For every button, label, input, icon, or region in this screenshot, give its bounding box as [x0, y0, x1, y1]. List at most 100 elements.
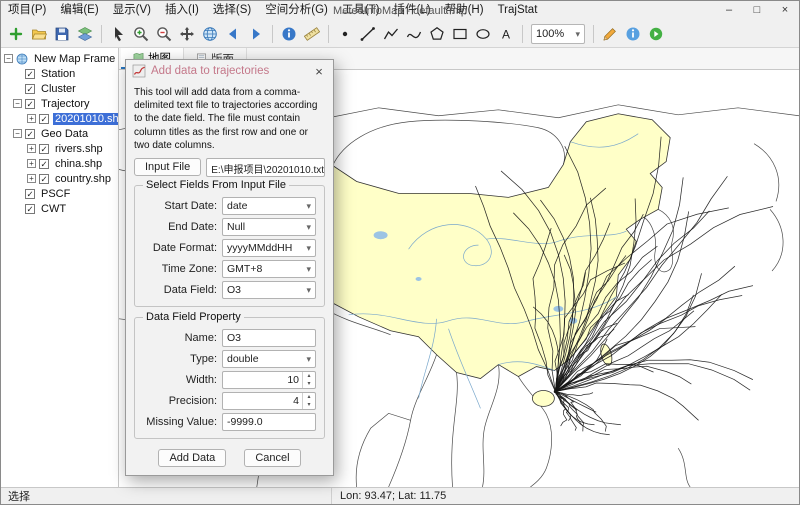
expand-icon[interactable] — [27, 174, 36, 183]
checkbox-checked-icon[interactable] — [39, 144, 49, 154]
full-extent-button[interactable] — [199, 23, 221, 45]
chevron-down-icon — [306, 200, 311, 212]
measure-tool-button[interactable] — [301, 23, 323, 45]
close-button[interactable]: × — [771, 1, 799, 20]
width-label: Width: — [143, 374, 217, 386]
plus-icon — [8, 26, 24, 42]
globe-icon — [202, 26, 218, 42]
type-select[interactable]: double — [222, 350, 316, 368]
new-text-button[interactable]: A — [495, 23, 517, 45]
start-date-select[interactable]: date — [222, 197, 316, 215]
pan-tool-button[interactable] — [176, 23, 198, 45]
save-button[interactable] — [51, 23, 73, 45]
expand-icon[interactable] — [27, 114, 36, 123]
tree-item-cluster[interactable]: Cluster — [1, 81, 118, 96]
menu-trajstat[interactable]: TrajStat — [491, 1, 545, 20]
add-layer-button[interactable] — [5, 23, 27, 45]
attribute-info-button[interactable] — [622, 23, 644, 45]
tree-item-20201010-shp[interactable]: 20201010.shp — [1, 111, 118, 126]
zoom-next-button[interactable] — [245, 23, 267, 45]
menu-selection[interactable]: 选择(S) — [206, 1, 258, 20]
select-tool-button[interactable] — [107, 23, 129, 45]
missing-value-field[interactable]: -9999.0 — [222, 413, 316, 431]
menu-view[interactable]: 显示(V) — [106, 1, 158, 20]
maximize-button[interactable]: □ — [743, 1, 771, 20]
input-file-button[interactable]: Input File — [134, 158, 201, 176]
minimize-button[interactable]: – — [715, 1, 743, 20]
tree-item-pscf[interactable]: PSCF — [1, 186, 118, 201]
menu-spatial-analysis[interactable]: 空间分析(G) — [258, 1, 335, 20]
zoom-level-combo[interactable]: 100% — [531, 24, 585, 44]
new-point-button[interactable] — [334, 23, 356, 45]
new-rectangle-button[interactable] — [449, 23, 471, 45]
tree-item-map-frame[interactable]: New Map Frame — [1, 51, 118, 66]
tree-item-china-shp[interactable]: china.shp — [1, 156, 118, 171]
zoom-in-icon — [133, 26, 149, 42]
folder-icon — [31, 26, 47, 42]
spinner-up-icon[interactable] — [303, 372, 315, 380]
cancel-button[interactable]: Cancel — [244, 449, 300, 467]
layers-button[interactable] — [74, 23, 96, 45]
pan-arrows-icon — [179, 26, 195, 42]
menu-insert[interactable]: 插入(I) — [158, 1, 206, 20]
checkbox-checked-icon[interactable] — [25, 84, 35, 94]
zoom-previous-button[interactable] — [222, 23, 244, 45]
spinner-down-icon[interactable] — [303, 380, 315, 388]
statusbar: 选择 Lon: 93.47; Lat: 11.75 — [1, 487, 799, 504]
zoom-out-tool-button[interactable] — [153, 23, 175, 45]
data-field-select[interactable]: O3 — [222, 281, 316, 299]
new-polygon-button[interactable] — [426, 23, 448, 45]
menu-project[interactable]: 项目(P) — [1, 1, 53, 20]
dialog-titlebar[interactable]: Add data to trajectories × — [126, 60, 333, 82]
expand-icon[interactable] — [27, 144, 36, 153]
group-title: Select Fields From Input File — [143, 179, 289, 191]
zoom-in-tool-button[interactable] — [130, 23, 152, 45]
hainan-island — [532, 390, 554, 406]
tree-item-country-shp[interactable]: country.shp — [1, 171, 118, 186]
checkbox-checked-icon[interactable] — [39, 174, 49, 184]
checkbox-checked-icon[interactable] — [25, 189, 35, 199]
new-ellipse-button[interactable] — [472, 23, 494, 45]
tree-item-label: country.shp — [53, 173, 113, 185]
checkbox-checked-icon[interactable] — [25, 204, 35, 214]
tree-item-trajectory[interactable]: Trajectory — [1, 96, 118, 111]
add-data-button[interactable]: Add Data — [158, 449, 226, 467]
zoom-level-value: 100% — [536, 28, 564, 40]
polyline-icon — [383, 26, 399, 42]
new-line-button[interactable] — [357, 23, 379, 45]
tree-item-station[interactable]: Station — [1, 66, 118, 81]
open-file-button[interactable] — [28, 23, 50, 45]
date-format-select[interactable]: yyyyMMddHH — [222, 239, 316, 257]
width-spinner[interactable]: 10 — [222, 371, 316, 389]
checkbox-checked-icon[interactable] — [25, 69, 35, 79]
identify-tool-button[interactable] — [278, 23, 300, 45]
tree-item-geo-data[interactable]: Geo Data — [1, 126, 118, 141]
tree-item-cwt[interactable]: CWT — [1, 201, 118, 216]
tree-item-label: CWT — [39, 203, 68, 215]
end-date-select[interactable]: Null — [222, 218, 316, 236]
rectangle-icon — [452, 26, 468, 42]
new-polyline-button[interactable] — [380, 23, 402, 45]
spinner-up-icon[interactable] — [303, 393, 315, 401]
type-label: Type: — [143, 353, 217, 365]
checkbox-checked-icon[interactable] — [39, 114, 49, 124]
tree-item-label: Station — [39, 68, 77, 80]
dialog-close-button[interactable]: × — [311, 64, 327, 79]
time-zone-select[interactable]: GMT+8 — [222, 260, 316, 278]
checkbox-checked-icon[interactable] — [39, 159, 49, 169]
spinner-down-icon[interactable] — [303, 401, 315, 409]
collapse-icon[interactable] — [13, 129, 22, 138]
checkbox-checked-icon[interactable] — [25, 99, 35, 109]
name-field[interactable]: O3 — [222, 329, 316, 347]
new-curve-button[interactable] — [403, 23, 425, 45]
tree-item-rivers-shp[interactable]: rivers.shp — [1, 141, 118, 156]
expand-icon[interactable] — [27, 159, 36, 168]
precision-spinner[interactable]: 4 — [222, 392, 316, 410]
input-file-field[interactable]: E:\申报项目\20201010.txt — [206, 158, 325, 177]
run-button[interactable] — [645, 23, 667, 45]
collapse-icon[interactable] — [4, 54, 13, 63]
edit-tool-button[interactable] — [599, 23, 621, 45]
checkbox-checked-icon[interactable] — [25, 129, 35, 139]
menu-edit[interactable]: 编辑(E) — [53, 1, 105, 20]
collapse-icon[interactable] — [13, 99, 22, 108]
